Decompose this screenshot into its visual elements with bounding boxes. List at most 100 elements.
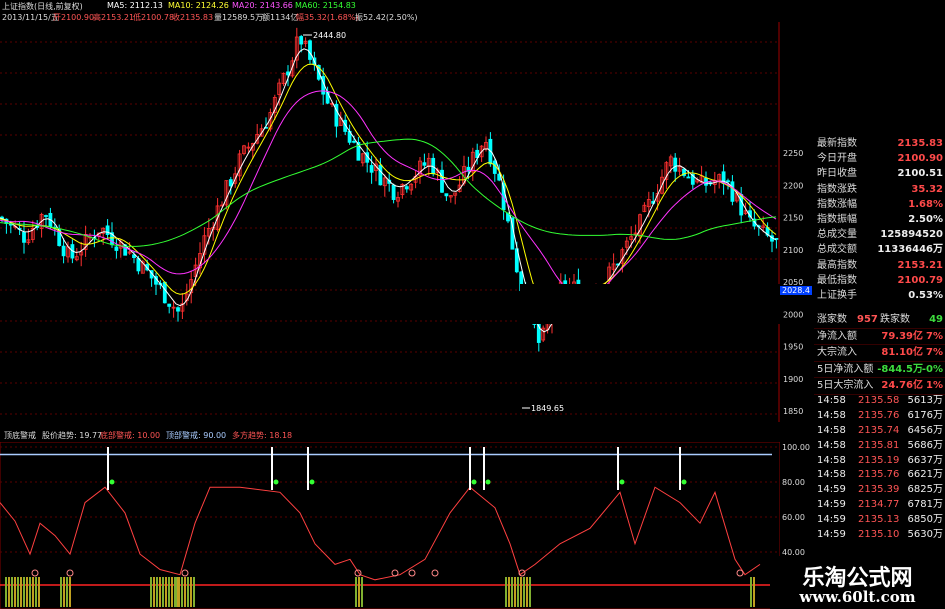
candle-body [8, 223, 13, 226]
bottom-bar [517, 577, 519, 607]
bottom-bar [187, 577, 189, 607]
flow-value: -844.5万 [877, 363, 923, 375]
tick-volume: 6850万 [907, 514, 943, 526]
candle-body [686, 176, 691, 179]
bottom-bar [526, 577, 528, 607]
tick-price: 2135.76 [858, 409, 900, 421]
flow-row: 5日净流入额 -844.5万 -0% [814, 362, 945, 378]
bottom-signal [181, 569, 189, 577]
signal-dot [273, 479, 279, 485]
tick-row[interactable]: 14:58 2135.19 6637万 [814, 453, 945, 468]
panel-row: 上证换手 0.53% [814, 288, 945, 303]
price-tick: 1900 [783, 375, 803, 384]
tick-row[interactable]: 14:59 2135.13 6850万 [814, 512, 945, 527]
signal-dot [619, 479, 625, 485]
price-tick: 2200 [783, 181, 803, 190]
tick-price: 2135.76 [858, 469, 900, 481]
panel-label: 最低指数 [817, 274, 857, 286]
panel-value: 2153.21 [897, 259, 943, 271]
tick-row[interactable]: 14:58 2135.76 6176万 [814, 408, 945, 423]
candle-body [378, 164, 383, 186]
tick-list[interactable]: 14:58 2135.58 5613万 14:58 2135.76 6176万 14:58 2… [814, 393, 945, 542]
tick-row[interactable]: 14:59 2135.39 6825万 [814, 482, 945, 497]
candlestick-chart[interactable]: 2444.80 1849.65 [0, 22, 780, 422]
candle-body [114, 246, 119, 251]
watermark: 乐淘公式网 www.60lt.com [770, 556, 945, 609]
indicator-name[interactable]: 顶底警戒 [4, 430, 36, 441]
candle-body [730, 181, 735, 202]
flow-pct: 7% [926, 347, 943, 358]
tick-row[interactable]: 14:59 2134.77 6781万 [814, 497, 945, 512]
tick-price: 2135.58 [858, 395, 900, 406]
signal-dot [109, 479, 115, 485]
tick-price: 2134.77 [858, 499, 900, 511]
price-tick: 2250 [783, 149, 803, 158]
tick-price: 2135.81 [858, 439, 900, 451]
tick-row[interactable]: 14:58 2135.58 5613万 [814, 393, 945, 408]
bottom-signal [391, 569, 399, 577]
indicator-bottom: 底部警戒: 10.00 [100, 431, 161, 440]
signal-dot [309, 479, 315, 485]
panel-row: 指数涨跌 35.32 [814, 182, 945, 197]
bottom-bar [159, 577, 161, 607]
current-price-marker: 2028.4 [780, 286, 812, 295]
panel-value: 11336446万 [877, 244, 943, 256]
candle-body [444, 193, 449, 197]
tick-volume: 6637万 [907, 454, 943, 466]
flow-pct: 7% [926, 330, 943, 342]
tick-time: 14:59 [817, 514, 846, 526]
bottom-bar [23, 577, 25, 607]
tick-time: 14:58 [817, 395, 846, 406]
tick-row[interactable]: 14:58 2135.81 5686万 [814, 438, 945, 453]
bottom-bar [153, 577, 155, 607]
flow-value: 79.39亿 [881, 330, 923, 342]
ma10-line [0, 63, 777, 314]
obscured-area [520, 284, 780, 324]
indicator-tick: 100.00 [782, 443, 810, 452]
indicator-chart[interactable] [0, 442, 780, 609]
index-info-panel: 最新指数 2135.83 今日开盘 2100.90 昨日收盘 2100.51 指数涨跌 35.… [814, 136, 945, 303]
panel-row: 最高指数 2153.21 [814, 258, 945, 273]
tick-time: 14:59 [817, 529, 846, 541]
indicator-top: 顶部警戒: 90.00 [166, 431, 227, 440]
tick-volume: 6825万 [907, 484, 943, 496]
bottom-bar [32, 577, 34, 607]
bottom-bar [523, 577, 525, 607]
tick-time: 14:58 [817, 424, 846, 436]
candle-body [422, 162, 427, 166]
fall-count: 49 [929, 314, 943, 325]
bottom-bar [514, 577, 516, 607]
indicator-bull: 多方趋势: 18.18 [232, 431, 293, 440]
bottom-bar [184, 577, 186, 607]
bottom-bar [165, 577, 167, 607]
panel-row: 总成交量 125894520 [814, 227, 945, 242]
bottom-bar [753, 577, 755, 607]
tick-row[interactable]: 14:58 2135.76 6621万 [814, 467, 945, 482]
tick-price: 2135.39 [858, 484, 900, 496]
oscillator-line [0, 486, 761, 581]
bottom-bar [361, 577, 363, 607]
flow-pct: 1% [926, 380, 943, 391]
panel-label: 上证换手 [817, 289, 857, 301]
price-tick: 1850 [783, 407, 803, 416]
tick-row[interactable]: 14:58 2135.74 6456万 [814, 423, 945, 438]
tick-time: 14:59 [817, 499, 846, 511]
panel-value: 1.68% [908, 198, 943, 210]
panel-row: 总成交额 11336446万 [814, 242, 945, 257]
tick-price: 2135.74 [858, 424, 900, 436]
bottom-bar [66, 577, 68, 607]
fall-label: 跌家数 [880, 314, 910, 325]
bottom-bar [35, 577, 37, 607]
signal-dot [681, 479, 687, 485]
chart-info-bar: 上证指数(日线,前复权) MA5: 2112.13 MA10: 2124.26 … [0, 0, 945, 22]
panel-label: 指数振幅 [817, 213, 857, 225]
ma60-label: MA60: 2154.83 [295, 1, 356, 10]
tick-volume: 5686万 [907, 439, 943, 451]
panel-label: 总成交额 [817, 244, 857, 256]
tick-row[interactable]: 14:59 2135.10 5630万 [814, 527, 945, 542]
panel-row: 指数振幅 2.50% [814, 212, 945, 227]
panel-row: 指数涨幅 1.68% [814, 197, 945, 212]
rise-label: 涨家数 [817, 314, 847, 325]
indicator-trend: 股价趋势: 19.77 [42, 431, 103, 440]
panel-row: 昨日收盘 2100.51 [814, 166, 945, 181]
